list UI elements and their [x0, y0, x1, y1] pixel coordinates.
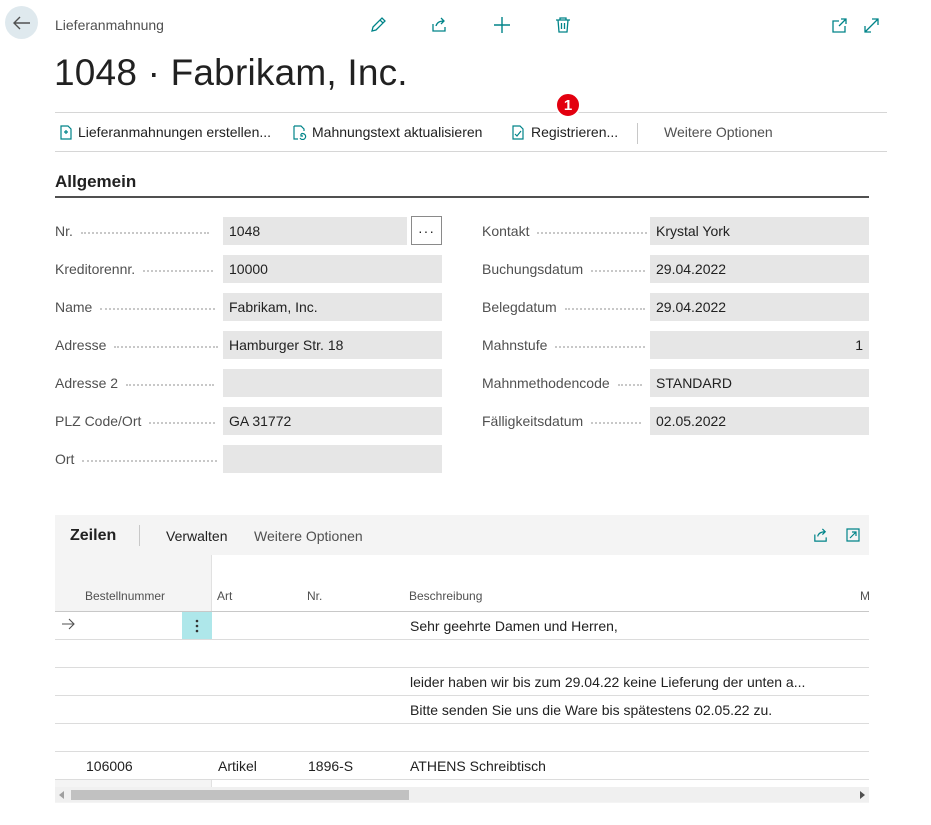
table-row[interactable]	[55, 724, 869, 752]
field-label-kontakt: Kontakt	[482, 223, 648, 239]
name-field[interactable]: Fabrikam, Inc.	[223, 293, 442, 321]
horizontal-scrollbar[interactable]	[55, 787, 869, 802]
field-label-faelligkeitsdatum: Fälligkeitsdatum	[482, 413, 642, 429]
scrollbar-thumb[interactable]	[71, 790, 409, 800]
scroll-right-icon[interactable]	[859, 791, 865, 799]
register-label: Registrieren...	[531, 124, 619, 140]
plz-code-ort-field[interactable]: GA 31772	[223, 407, 442, 435]
cell-art[interactable]: Artikel	[218, 758, 257, 774]
create-reminders-label: Lieferanmahnungen erstellen...	[78, 124, 272, 140]
faelligkeitsdatum-field[interactable]: 02.05.2022	[650, 407, 869, 435]
lines-title[interactable]: Zeilen	[70, 527, 116, 545]
row-actions-button[interactable]	[182, 612, 212, 639]
ort-field[interactable]	[223, 445, 442, 473]
field-label-kreditorennr: Kreditorennr.	[55, 261, 214, 277]
refresh-document-icon	[293, 124, 307, 140]
row-indicator-arrow-icon	[61, 618, 75, 630]
mahnmethodencode-field[interactable]: STANDARD	[650, 369, 869, 397]
table-row[interactable]: Sehr geehrte Damen und Herren,	[55, 612, 869, 640]
field-label-nr: Nr.	[55, 223, 209, 239]
action-separator	[637, 123, 638, 144]
lines-header: Zeilen Verwalten Weitere Optionen	[55, 515, 869, 555]
field-label-plz-code-ort: PLZ Code/Ort	[55, 413, 216, 429]
focus-mode-icon	[846, 528, 860, 542]
field-label-buchungsdatum: Buchungsdatum	[482, 261, 646, 277]
cell-beschreibung[interactable]: leider haben wir bis zum 29.04.22 keine …	[410, 674, 805, 690]
section-title-general[interactable]: Allgemein	[55, 172, 136, 192]
more-options-action[interactable]: Weitere Optionen	[664, 124, 773, 140]
buchungsdatum-field[interactable]: 29.04.2022	[650, 255, 869, 283]
share-icon	[814, 528, 827, 542]
column-header-nr[interactable]: Nr.	[307, 589, 322, 603]
page-title: 1048 · Fabrikam, Inc.	[54, 52, 408, 93]
column-header-beschreibung[interactable]: Beschreibung	[409, 589, 482, 603]
action-bar: Lieferanmahnungen erstellen... Mahnungst…	[55, 112, 887, 152]
open-new-window-button[interactable]	[828, 14, 850, 36]
table-row[interactable]: leider haben wir bis zum 29.04.22 keine …	[55, 668, 869, 696]
lines-part: Zeilen Verwalten Weitere Optionen Bestel…	[55, 515, 870, 803]
belegdatum-field[interactable]: 29.04.2022	[650, 293, 869, 321]
step-badge: 1	[555, 92, 581, 118]
field-label-adresse: Adresse	[55, 337, 219, 353]
field-label-name: Name	[55, 299, 216, 315]
field-label-belegdatum: Belegdatum	[482, 299, 645, 315]
expand-button[interactable]	[860, 14, 882, 36]
field-label-mahnmethodencode: Mahnmethodencode	[482, 375, 642, 391]
arrow-left-icon	[12, 16, 30, 29]
table-row[interactable]	[55, 640, 869, 668]
cell-beschreibung[interactable]: ATHENS Schreibtisch	[410, 758, 546, 774]
kreditorennr-field[interactable]: 10000	[223, 255, 442, 283]
field-label-ort: Ort	[55, 451, 218, 467]
new-button[interactable]	[491, 14, 513, 36]
pencil-icon	[371, 17, 386, 32]
update-text-label: Mahnungstext aktualisieren	[312, 124, 483, 140]
trash-icon	[556, 17, 570, 33]
plus-icon	[494, 17, 510, 33]
column-header-bestellnummer[interactable]: Bestellnummer	[85, 589, 165, 603]
lines-share-button[interactable]	[812, 527, 829, 544]
open-in-new-window-icon	[831, 17, 847, 33]
mahnstufe-field[interactable]: 1	[650, 331, 869, 359]
adresse-field[interactable]: Hamburger Str. 18	[223, 331, 442, 359]
delete-button[interactable]	[552, 14, 574, 36]
lines-separator	[139, 525, 140, 546]
field-label-mahnstufe: Mahnstufe	[482, 337, 646, 353]
adresse-2-field[interactable]	[223, 369, 442, 397]
share-button[interactable]	[428, 14, 450, 36]
cell-beschreibung[interactable]: Bitte senden Sie uns die Ware bis spätes…	[410, 702, 772, 718]
back-button[interactable]	[5, 6, 38, 39]
register-action[interactable]: Registrieren...	[511, 124, 618, 140]
update-text-action[interactable]: Mahnungstext aktualisieren	[292, 124, 482, 140]
nr-field[interactable]: 1048	[223, 217, 407, 245]
field-label-adresse-2: Adresse 2	[55, 375, 215, 391]
cell-nr[interactable]: 1896-S	[308, 758, 353, 774]
edit-button[interactable]	[367, 14, 389, 36]
more-vertical-icon	[195, 619, 199, 632]
create-document-icon	[60, 124, 72, 140]
lines-focus-button[interactable]	[845, 527, 861, 543]
scroll-left-icon[interactable]	[59, 791, 65, 799]
create-reminders-action[interactable]: Lieferanmahnungen erstellen...	[58, 124, 271, 140]
column-header-truncated[interactable]: M	[860, 589, 870, 603]
table-row[interactable]: Bitte senden Sie uns die Ware bis spätes…	[55, 696, 869, 724]
cell-bestellnummer[interactable]: 106006	[86, 758, 133, 774]
breadcrumb: Lieferanmahnung	[55, 17, 164, 33]
assist-edit-button[interactable]: ···	[411, 216, 442, 245]
cell-beschreibung[interactable]: Sehr geehrte Damen und Herren,	[410, 618, 618, 634]
lines-more-options[interactable]: Weitere Optionen	[254, 528, 363, 544]
section-divider	[55, 196, 869, 198]
expand-icon	[863, 17, 879, 33]
register-document-icon	[512, 124, 524, 140]
manage-menu[interactable]: Verwalten	[166, 528, 227, 544]
table-row[interactable]: 106006 Artikel 1896-S ATHENS Schreibtisc…	[55, 752, 869, 780]
kontakt-field[interactable]: Krystal York	[650, 217, 869, 245]
column-header-art[interactable]: Art	[217, 589, 232, 603]
share-icon	[432, 17, 446, 32]
